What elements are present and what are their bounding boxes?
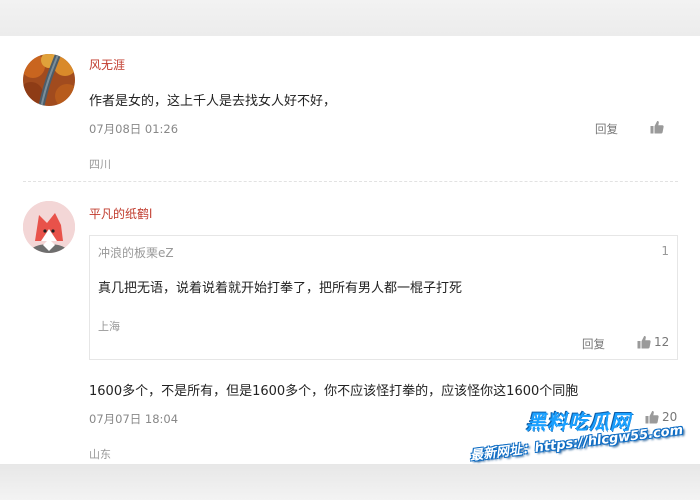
comment-text: 作者是女的，这上千人是去找女人好不好， [89,94,337,109]
thumbs-up-icon [637,335,651,349]
comment-time: 07月08日 01:26 [89,122,179,136]
thumbs-up-icon [650,120,664,134]
like-button[interactable]: 12 [637,335,669,349]
quoted-text: 真几把无语，说着说着就开始打拳了，把所有男人都一棍子打死 [98,281,463,296]
comment-location: 山东 [89,448,111,461]
comment-time: 07月07日 18:04 [89,412,179,426]
avatar[interactable] [23,54,75,106]
top-shadow-area [0,0,700,36]
floor-number: 1 [661,244,669,258]
comment-text: 1600多个，不是所有，但是1600多个，你不应该怪打拳的，应该怪你这1600个… [89,384,579,399]
comment-username[interactable]: 平凡的纸鹤l [89,205,152,222]
avatar[interactable] [23,201,75,253]
comment-divider [23,181,678,182]
comments-panel: 风无涯 作者是女的，这上千人是去找女人好不好， 07月08日 01:26 回复 … [0,36,700,464]
reply-button[interactable]: 回复 [582,336,605,352]
like-button[interactable] [650,120,667,134]
bottom-shadow-area [0,464,700,500]
like-count: 12 [654,335,670,349]
comment-username[interactable]: 风无涯 [89,56,125,73]
quoted-reply: 冲浪的板栗eZ 1 真几把无语，说着说着就开始打拳了，把所有男人都一棍子打死 上… [89,235,678,360]
autumn-forest-avatar-image [23,54,75,106]
quoted-author[interactable]: 冲浪的板栗eZ [98,244,174,261]
comment-location: 四川 [89,158,111,171]
fox-avatar-image [23,201,75,253]
reply-button[interactable]: 回复 [595,121,618,137]
quoted-location: 上海 [98,320,120,333]
